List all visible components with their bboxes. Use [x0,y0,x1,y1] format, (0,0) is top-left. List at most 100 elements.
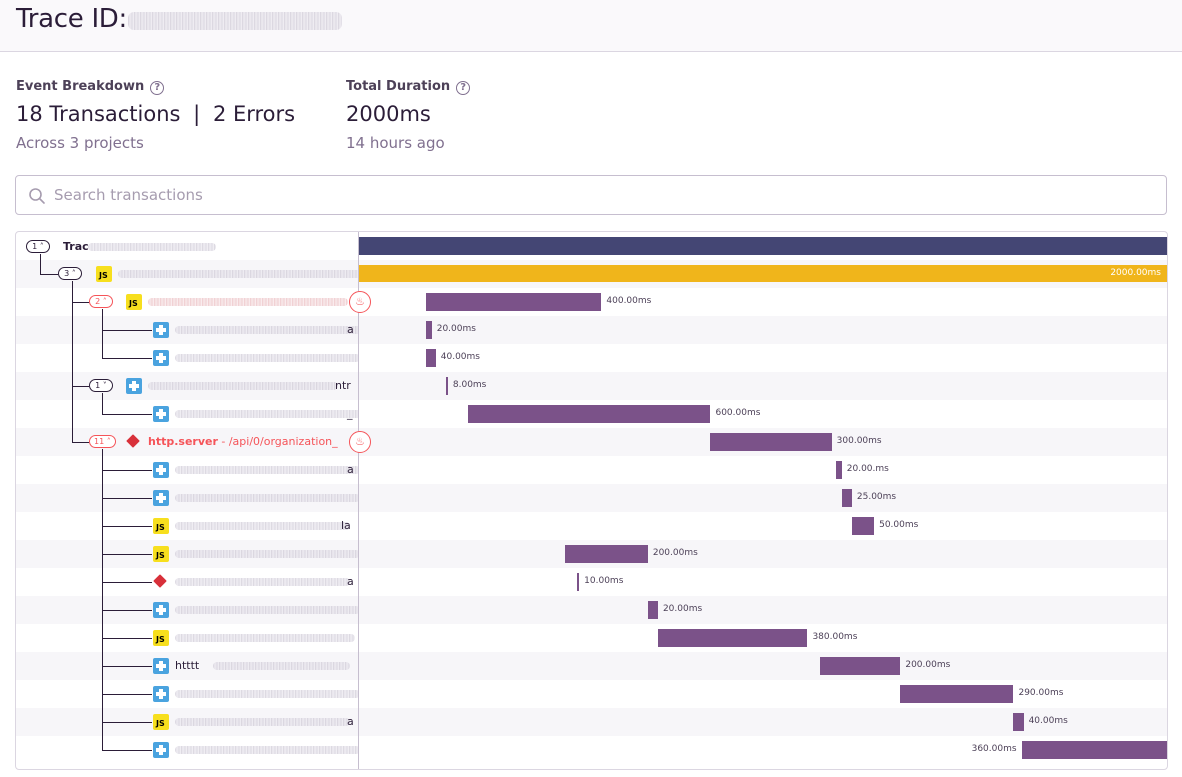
row-timeline-cell: 300.00ms [359,428,1167,456]
row-tree-cell: JS la [16,512,358,540]
tree-connector-line [102,414,152,415]
span-duration-bar[interactable] [835,461,842,479]
transaction-row[interactable]: a 10.00ms [16,568,1167,596]
event-breakdown-value: 18 Transactions | 2 Errors [16,102,295,126]
redacted-transaction-name[interactable] [175,326,358,334]
row-timeline-cell: 20.00ms [359,596,1167,624]
error-fire-icon[interactable]: ♨ [349,291,371,313]
transaction-row[interactable]: a 20.00.ms [16,456,1167,484]
span-duration-bar[interactable] [647,601,658,619]
span-duration-bar[interactable] [425,349,436,367]
transaction-row[interactable]: a 20.00ms [16,316,1167,344]
page-title: Trace ID: [16,4,127,34]
span-duration-bar[interactable] [425,293,602,311]
redacted-transaction-name[interactable] [175,354,358,362]
children-toggle[interactable]: 1 ˄ [26,240,50,253]
span-duration-bar[interactable] [819,657,901,675]
span-duration-bar[interactable] [565,545,648,563]
duration-label: 50.00ms [879,520,919,530]
row-timeline-cell: 200.00ms [359,652,1167,680]
transaction-row[interactable]: JS 200.00ms [16,540,1167,568]
tree-connector-line [102,449,103,750]
search-bar[interactable] [15,175,1167,215]
transaction-row[interactable]: 290.00ms [16,680,1167,708]
redacted-transaction-name[interactable] [175,522,350,530]
trace-root-bar[interactable] [359,237,1167,255]
span-duration-bar[interactable] [445,377,448,395]
redacted-transaction-name[interactable] [175,466,358,474]
javascript-icon: JS [126,294,142,310]
row-timeline-cell: 600.00ms [359,400,1167,428]
transaction-row[interactable]: 2 ˄ JS 400.00ms ♨ [16,288,1167,316]
duration-label: 2000.00ms [1110,268,1161,278]
tree-connector-line [102,750,152,751]
search-input[interactable] [54,184,954,206]
redacted-transaction-name[interactable] [213,662,350,670]
transaction-row[interactable]: 40.00ms [16,344,1167,372]
help-icon[interactable]: ? [456,81,471,95]
javascript-icon: JS [153,630,169,646]
children-count: 11 [94,437,105,446]
python-icon [153,490,169,506]
page-header: Trace ID: [0,0,1182,52]
transaction-row[interactable]: htttt 200.00ms [16,652,1167,680]
row-tree-cell: a [16,456,358,484]
redacted-transaction-name[interactable] [148,382,338,390]
redacted-transaction-name[interactable] [175,578,350,586]
tree-connector-line [102,666,152,667]
redacted-transaction-name[interactable] [175,550,358,558]
transaction-row[interactable]: 3 ˄ JS 2000.00ms [16,260,1167,288]
transaction-row[interactable]: 360.00ms [16,736,1167,764]
duration-label: 600.00ms [715,408,761,418]
transaction-row[interactable]: 20.00ms [16,596,1167,624]
redacted-transaction-name[interactable] [175,634,355,642]
span-duration-bar[interactable] [841,489,852,507]
transaction-name[interactable]: http.server - /api/0/organization_ [148,435,338,448]
transaction-name-visible-part: _ [347,407,353,420]
transaction-row[interactable]: _ 600.00ms [16,400,1167,428]
span-duration-bar[interactable] [425,321,432,339]
redacted-transaction-name[interactable] [175,690,358,698]
duration-label: 20.00ms [662,604,703,614]
transaction-row[interactable]: 1 ˅ ntr 8.00ms [16,372,1167,400]
redacted-transaction-name[interactable] [175,746,358,754]
children-toggle[interactable]: 3 ˄ [58,267,82,280]
error-fire-icon[interactable]: ♨ [349,431,371,453]
redacted-transaction-name[interactable] [175,494,358,502]
event-breakdown-label-text: Event Breakdown [16,79,145,94]
redacted-transaction-name[interactable] [175,718,350,726]
tree-connector-line [102,358,152,359]
transaction-row[interactable]: 11 ˄ http.server - /api/0/organization_ 30… [16,428,1167,456]
transaction-row[interactable]: 25.00ms [16,484,1167,512]
span-duration-bar[interactable] [359,265,1167,282]
duration-label: 20.00ms [436,324,476,334]
span-duration-bar[interactable] [468,405,711,423]
children-toggle[interactable]: 11 ˄ [89,435,116,448]
transaction-row[interactable]: JS a 40.00ms [16,708,1167,736]
span-duration-bar[interactable] [710,433,832,451]
span-duration-bar[interactable] [577,573,580,591]
children-toggle[interactable]: 2 ˄ [89,295,113,308]
row-timeline-cell: 290.00ms [359,680,1167,708]
redacted-transaction-name[interactable] [118,270,358,278]
span-duration-bar[interactable] [900,685,1014,703]
tree-connector-line [102,393,103,414]
duration-label: 200.00ms [652,548,698,558]
redacted-transaction-name[interactable] [175,606,358,614]
transaction-name-visible-part: htttt [175,659,200,672]
search-icon [29,188,45,204]
span-duration-bar[interactable] [1021,741,1167,759]
transaction-row[interactable]: JS la 50.00ms [16,512,1167,540]
row-timeline-cell [359,233,1167,261]
help-icon[interactable]: ? [150,81,165,95]
transaction-name-visible-part: a [347,323,354,336]
trace-root-row[interactable]: 1 ˄ Trac [16,233,1167,261]
children-toggle[interactable]: 1 ˅ [89,379,113,392]
redacted-transaction-name[interactable] [148,298,348,306]
span-duration-bar[interactable] [851,517,875,535]
span-duration-bar[interactable] [657,629,808,647]
duration-label: 8.00ms [452,380,487,390]
transaction-row[interactable]: JS 380.00ms [16,624,1167,652]
redacted-transaction-name[interactable] [175,410,358,418]
span-duration-bar[interactable] [1013,713,1024,731]
